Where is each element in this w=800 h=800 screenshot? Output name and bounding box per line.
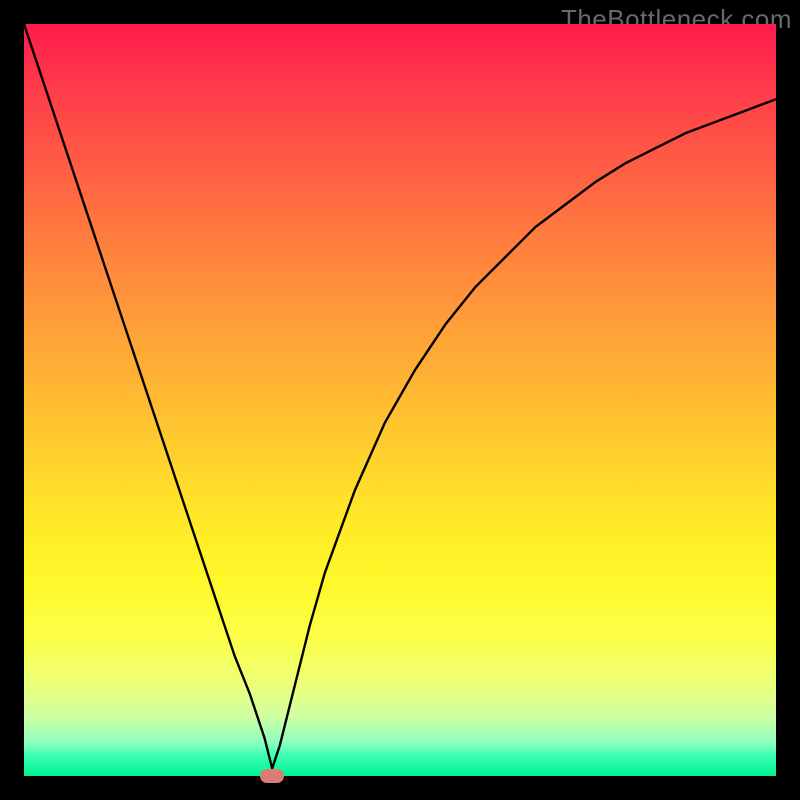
optimal-point-marker: [260, 769, 284, 783]
plot-area: [24, 24, 776, 776]
bottleneck-curve: [24, 24, 776, 776]
chart-frame: TheBottleneck.com: [0, 0, 800, 800]
